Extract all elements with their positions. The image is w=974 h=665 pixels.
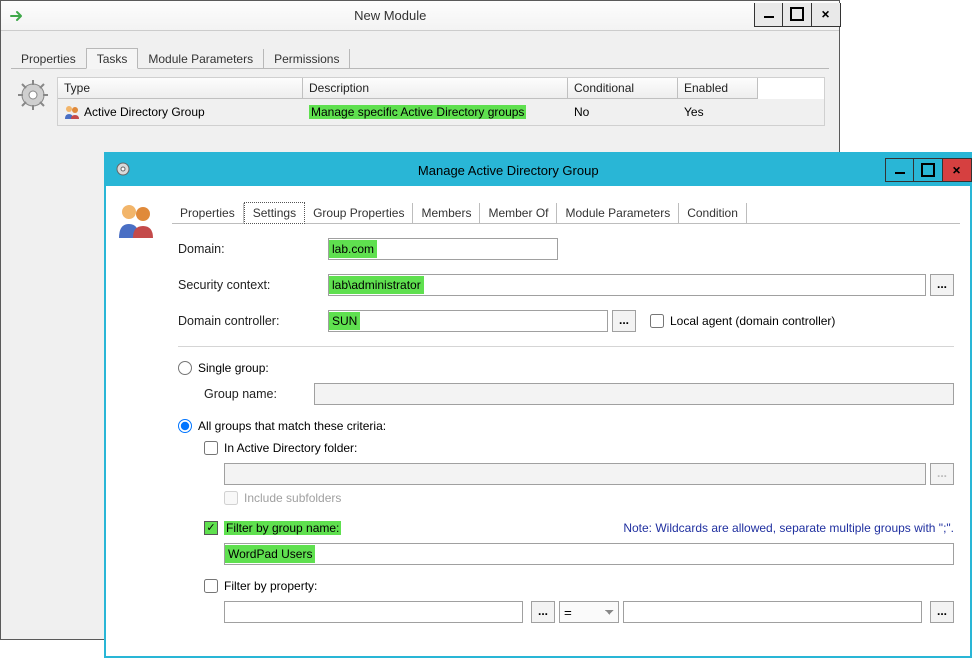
window-title: Manage Active Directory Group <box>132 163 885 178</box>
tasks-body: Type Description Conditional Enabled Act… <box>11 69 829 134</box>
users-icon <box>64 104 80 120</box>
table-header: Type Description Conditional Enabled <box>58 78 824 99</box>
filter-operator-select[interactable]: = <box>559 601 619 623</box>
cell-description: Manage specific Active Directory groups <box>309 105 526 119</box>
users-icon <box>116 229 156 243</box>
window-controls <box>754 3 840 29</box>
maximize-button[interactable] <box>913 158 943 182</box>
table-row[interactable]: Active Directory Group Manage specific A… <box>58 99 824 125</box>
in-ad-folder-label: In Active Directory folder: <box>224 441 357 455</box>
tab-properties[interactable]: Properties <box>172 203 244 223</box>
security-context-input[interactable]: lab\administrator <box>328 274 926 296</box>
gear-icon <box>114 160 132 181</box>
single-group-radio[interactable] <box>178 361 192 375</box>
manage-ad-group-content: Properties Settings Group Properties Mem… <box>106 186 970 665</box>
cell-enabled: Yes <box>678 103 758 121</box>
close-button[interactable] <box>942 158 972 182</box>
forward-arrow-icon <box>7 6 27 26</box>
window-title: New Module <box>27 8 754 23</box>
in-ad-folder-checkbox[interactable] <box>204 441 218 455</box>
sidebar-icon-area <box>116 200 162 651</box>
minimize-button[interactable] <box>754 3 784 27</box>
manage-ad-group-window: Manage Active Directory Group Properties… <box>104 152 972 658</box>
include-subfolders-label: Include subfolders <box>244 491 341 505</box>
titlebar: Manage Active Directory Group <box>106 154 970 186</box>
cell-conditional: No <box>568 103 678 121</box>
domain-label: Domain: <box>178 242 328 256</box>
browse-value-button[interactable]: ... <box>930 601 954 623</box>
cell-type: Active Directory Group <box>84 105 205 119</box>
filter-name-note: Note: Wildcards are allowed, separate mu… <box>623 521 954 535</box>
tab-member-of[interactable]: Member Of <box>480 203 557 223</box>
settings-form: Domain: lab.com Security context: lab\ad… <box>172 224 960 651</box>
all-groups-label: All groups that match these criteria: <box>198 419 386 433</box>
domain-controller-input[interactable]: SUN <box>328 310 608 332</box>
tasks-table: Type Description Conditional Enabled Act… <box>57 77 825 126</box>
groupbox: Single group: Group name: All groups tha… <box>178 346 954 637</box>
domain-controller-label: Domain controller: <box>178 314 328 328</box>
th-enabled[interactable]: Enabled <box>678 78 758 99</box>
th-type[interactable]: Type <box>58 78 303 99</box>
main-panel: Properties Settings Group Properties Mem… <box>172 200 960 651</box>
include-subfolders-checkbox <box>224 491 238 505</box>
tab-module-parameters[interactable]: Module Parameters <box>557 203 679 223</box>
tab-settings[interactable]: Settings <box>244 202 305 224</box>
filter-property-checkbox[interactable] <box>204 579 218 593</box>
tab-permissions[interactable]: Permissions <box>264 49 350 68</box>
tab-condition[interactable]: Condition <box>679 203 747 223</box>
domain-input[interactable]: lab.com <box>328 238 558 260</box>
new-module-content: Properties Tasks Module Parameters Permi… <box>1 31 839 144</box>
filter-property-label: Filter by property: <box>224 579 317 593</box>
filter-property-value-input[interactable] <box>623 601 922 623</box>
browse-ad-folder-button: ... <box>930 463 954 485</box>
filter-property-name-input[interactable] <box>224 601 523 623</box>
browse-security-context-button[interactable]: ... <box>930 274 954 296</box>
local-agent-label: Local agent (domain controller) <box>670 314 835 328</box>
tabstrip: Properties Tasks Module Parameters Permi… <box>11 45 829 69</box>
close-button[interactable] <box>811 3 841 27</box>
filter-name-checkbox[interactable]: ✓ <box>204 521 218 535</box>
titlebar: New Module <box>1 1 839 31</box>
filter-name-input[interactable]: WordPad Users <box>224 543 954 565</box>
th-description[interactable]: Description <box>303 78 568 99</box>
tab-module-parameters[interactable]: Module Parameters <box>138 49 264 68</box>
th-conditional[interactable]: Conditional <box>568 78 678 99</box>
group-name-input <box>314 383 954 405</box>
browse-dc-button[interactable]: ... <box>612 310 636 332</box>
tab-tasks[interactable]: Tasks <box>86 48 139 69</box>
filter-name-label: Filter by group name: <box>224 521 341 535</box>
gear-icon <box>15 77 51 113</box>
tab-members[interactable]: Members <box>413 203 480 223</box>
tabstrip: Properties Settings Group Properties Mem… <box>172 200 960 224</box>
maximize-button[interactable] <box>782 3 812 27</box>
ad-folder-input <box>224 463 926 485</box>
window-controls <box>885 158 971 182</box>
browse-property-button[interactable]: ... <box>531 601 555 623</box>
all-groups-radio[interactable] <box>178 419 192 433</box>
group-name-label: Group name: <box>204 387 314 401</box>
local-agent-checkbox[interactable] <box>650 314 664 328</box>
minimize-button[interactable] <box>885 158 915 182</box>
security-context-label: Security context: <box>178 278 328 292</box>
tab-properties[interactable]: Properties <box>11 49 87 68</box>
tab-group-properties[interactable]: Group Properties <box>305 203 413 223</box>
single-group-label: Single group: <box>198 361 269 375</box>
